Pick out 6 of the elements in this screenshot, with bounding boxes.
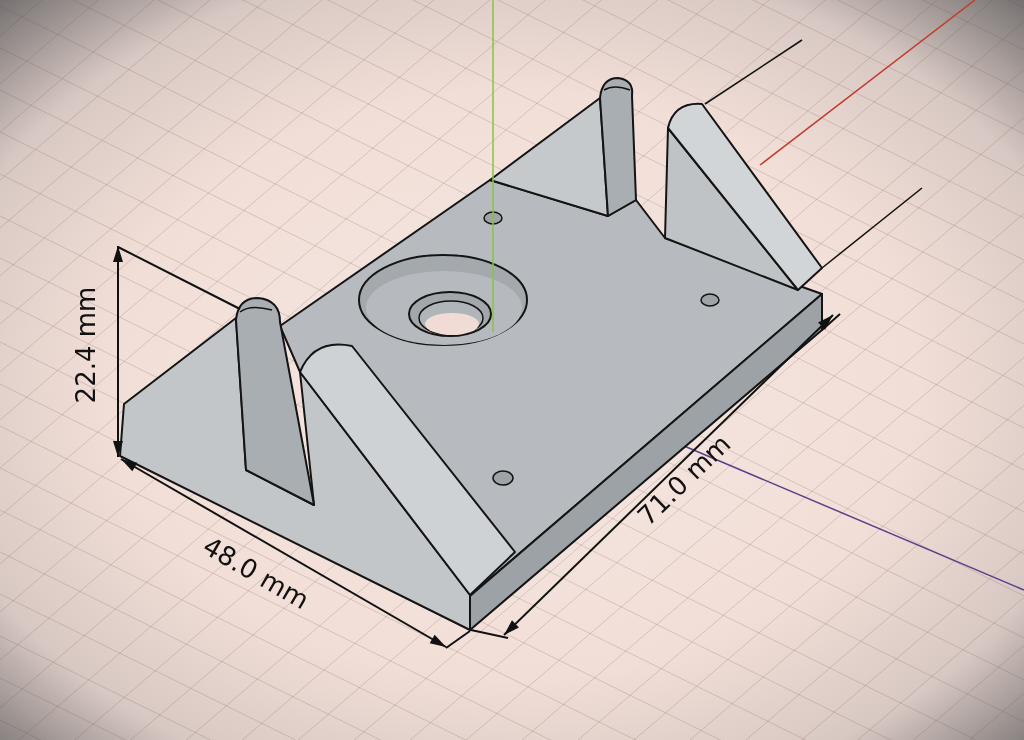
mounting-hole xyxy=(700,293,720,307)
dimension-label: 22.4 mm xyxy=(73,286,99,404)
mounting-hole xyxy=(492,470,514,486)
extension-line xyxy=(821,313,841,331)
mounting-hole xyxy=(483,211,503,225)
dimension-label: 48.0 mm xyxy=(198,532,314,614)
